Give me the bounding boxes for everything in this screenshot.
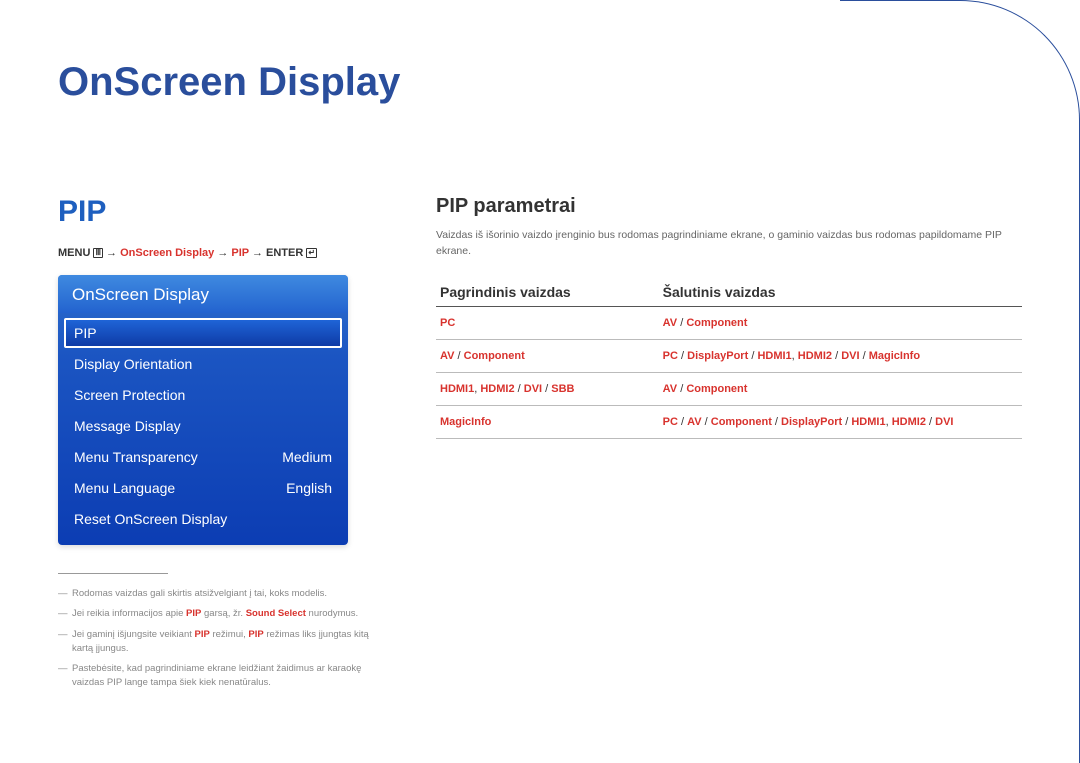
breadcrumb: MENU Ⅲ → OnScreen Display → PIP → ENTER … (58, 247, 388, 259)
table-header-col1: Pagrindinis vaizdas (436, 278, 659, 307)
breadcrumb-arrow: → (252, 247, 263, 259)
osd-item-label: Menu Language (74, 480, 175, 496)
osd-menu-item[interactable]: Menu Transparency Medium (64, 442, 342, 472)
osd-menu-item[interactable]: Display Orientation (64, 349, 342, 379)
osd-item-label: Screen Protection (74, 387, 185, 403)
osd-item-label: Reset OnScreen Display (74, 511, 227, 527)
osd-item-label: Message Display (74, 418, 181, 434)
table-cell: AV / Component (436, 339, 659, 372)
pip-params-table: Pagrindinis vaizdas Šalutinis vaizdas PC… (436, 278, 1022, 439)
footnote-divider (58, 573, 168, 574)
table-cell: HDMI1, HDMI2 / DVI / SBB (436, 372, 659, 405)
params-description: Vaizdas iš išorinio vaizdo įrenginio bus… (436, 228, 1022, 260)
osd-menu-item[interactable]: Screen Protection (64, 380, 342, 410)
table-header-col2: Šalutinis vaizdas (659, 278, 1022, 307)
osd-item-label: PIP (74, 325, 97, 341)
osd-title: OnScreen Display (58, 275, 348, 313)
breadcrumb-enter: ENTER (266, 247, 303, 259)
table-cell: MagicInfo (436, 405, 659, 438)
table-row: MagicInfoPC / AV / Component / DisplayPo… (436, 405, 1022, 438)
table-cell: AV / Component (659, 306, 1022, 339)
footnote: Jei gaminį išjungsite veikiant PIP režim… (58, 625, 388, 660)
table-row: PCAV / Component (436, 306, 1022, 339)
breadcrumb-path2: PIP (231, 247, 249, 259)
osd-menu-item[interactable]: PIP (64, 318, 342, 348)
table-row: AV / ComponentPC / DisplayPort / HDMI1, … (436, 339, 1022, 372)
enter-icon: ↵ (306, 248, 317, 258)
menu-icon: Ⅲ (93, 248, 103, 258)
breadcrumb-menu: MENU (58, 247, 90, 259)
osd-menu-item[interactable]: Reset OnScreen Display (64, 504, 342, 534)
footnote: Pastebėsite, kad pagrindiniame ekrane le… (58, 659, 388, 694)
footnote: Jei reikia informacijos apie PIP garsą, … (58, 604, 388, 624)
footnote: Rodomas vaizdas gali skirtis atsižvelgia… (58, 584, 388, 604)
osd-item-value: English (286, 480, 332, 496)
section-title-pip: PIP (58, 195, 388, 229)
osd-menu: OnScreen Display PIP Display Orientation S… (58, 275, 348, 545)
osd-item-value: Medium (282, 449, 332, 465)
osd-menu-item[interactable]: Message Display (64, 411, 342, 441)
breadcrumb-arrow: → (217, 247, 228, 259)
page-title: OnScreen Display (58, 60, 1022, 105)
table-cell: PC (436, 306, 659, 339)
table-row: HDMI1, HDMI2 / DVI / SBBAV / Component (436, 372, 1022, 405)
breadcrumb-path1: OnScreen Display (120, 247, 214, 259)
table-cell: PC / DisplayPort / HDMI1, HDMI2 / DVI / … (659, 339, 1022, 372)
table-cell: PC / AV / Component / DisplayPort / HDMI… (659, 405, 1022, 438)
params-title: PIP parametrai (436, 195, 1022, 218)
breadcrumb-arrow: → (106, 247, 117, 259)
table-cell: AV / Component (659, 372, 1022, 405)
osd-item-label: Menu Transparency (74, 449, 198, 465)
osd-menu-item[interactable]: Menu Language English (64, 473, 342, 503)
osd-item-label: Display Orientation (74, 356, 192, 372)
